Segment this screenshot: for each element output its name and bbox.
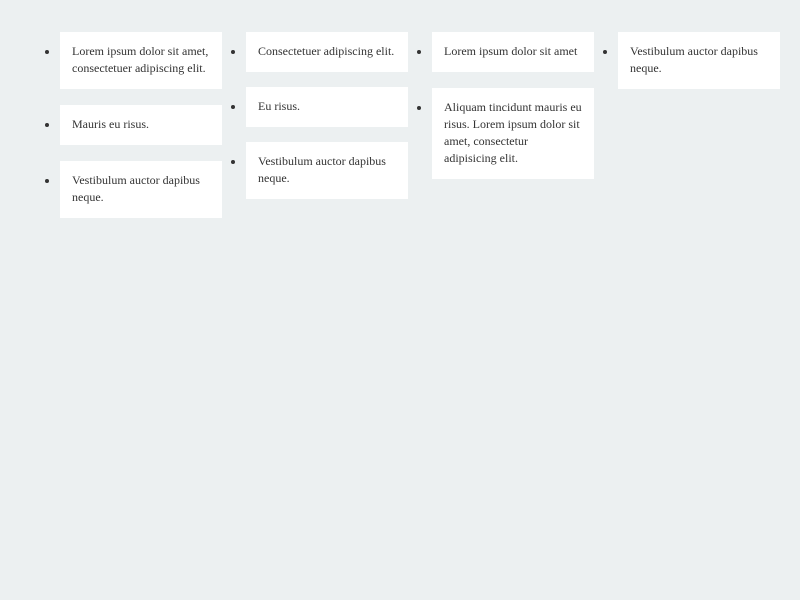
list-item: Lorem ipsum dolor sit amet (417, 32, 594, 72)
list-item: Vestibulum auctor dapibus neque. (45, 161, 222, 218)
list-item-text: Lorem ipsum dolor sit amet, consectetuer… (72, 44, 209, 75)
bullet-icon (45, 123, 49, 127)
column-4: Vestibulum auctor dapibus neque. (603, 32, 780, 105)
bullet-icon (417, 106, 421, 110)
list-item-text: Eu risus. (258, 99, 300, 113)
bullet-icon (45, 50, 49, 54)
list-item: Consectetuer adipiscing elit. (231, 32, 408, 72)
list-item: Lorem ipsum dolor sit amet, consectetuer… (45, 32, 222, 89)
bullet-icon (45, 179, 49, 183)
list-item-text: Mauris eu risus. (72, 117, 149, 131)
bullet-icon (231, 160, 235, 164)
list-item: Vestibulum auctor dapibus neque. (231, 142, 408, 199)
column-3: Lorem ipsum dolor sit amet Aliquam tinci… (417, 32, 594, 195)
list-item: Vestibulum auctor dapibus neque. (603, 32, 780, 89)
bullet-icon (603, 50, 607, 54)
bullet-icon (417, 50, 421, 54)
bullet-icon (231, 50, 235, 54)
list-item-text: Lorem ipsum dolor sit amet (444, 44, 578, 58)
list-item-text: Vestibulum auctor dapibus neque. (72, 173, 200, 204)
list-item-text: Vestibulum auctor dapibus neque. (630, 44, 758, 75)
bullet-icon (231, 105, 235, 109)
list-item: Aliquam tincidunt mauris eu risus. Lorem… (417, 88, 594, 179)
card-board: Lorem ipsum dolor sit amet, consectetuer… (0, 0, 800, 600)
list-item-text: Aliquam tincidunt mauris eu risus. Lorem… (444, 100, 582, 165)
list-item: Eu risus. (231, 87, 408, 127)
column-2: Consectetuer adipiscing elit. Eu risus. … (231, 32, 408, 214)
list-item: Mauris eu risus. (45, 105, 222, 145)
list-item-text: Vestibulum auctor dapibus neque. (258, 154, 386, 185)
list-item-text: Consectetuer adipiscing elit. (258, 44, 395, 58)
column-1: Lorem ipsum dolor sit amet, consectetuer… (45, 32, 222, 234)
